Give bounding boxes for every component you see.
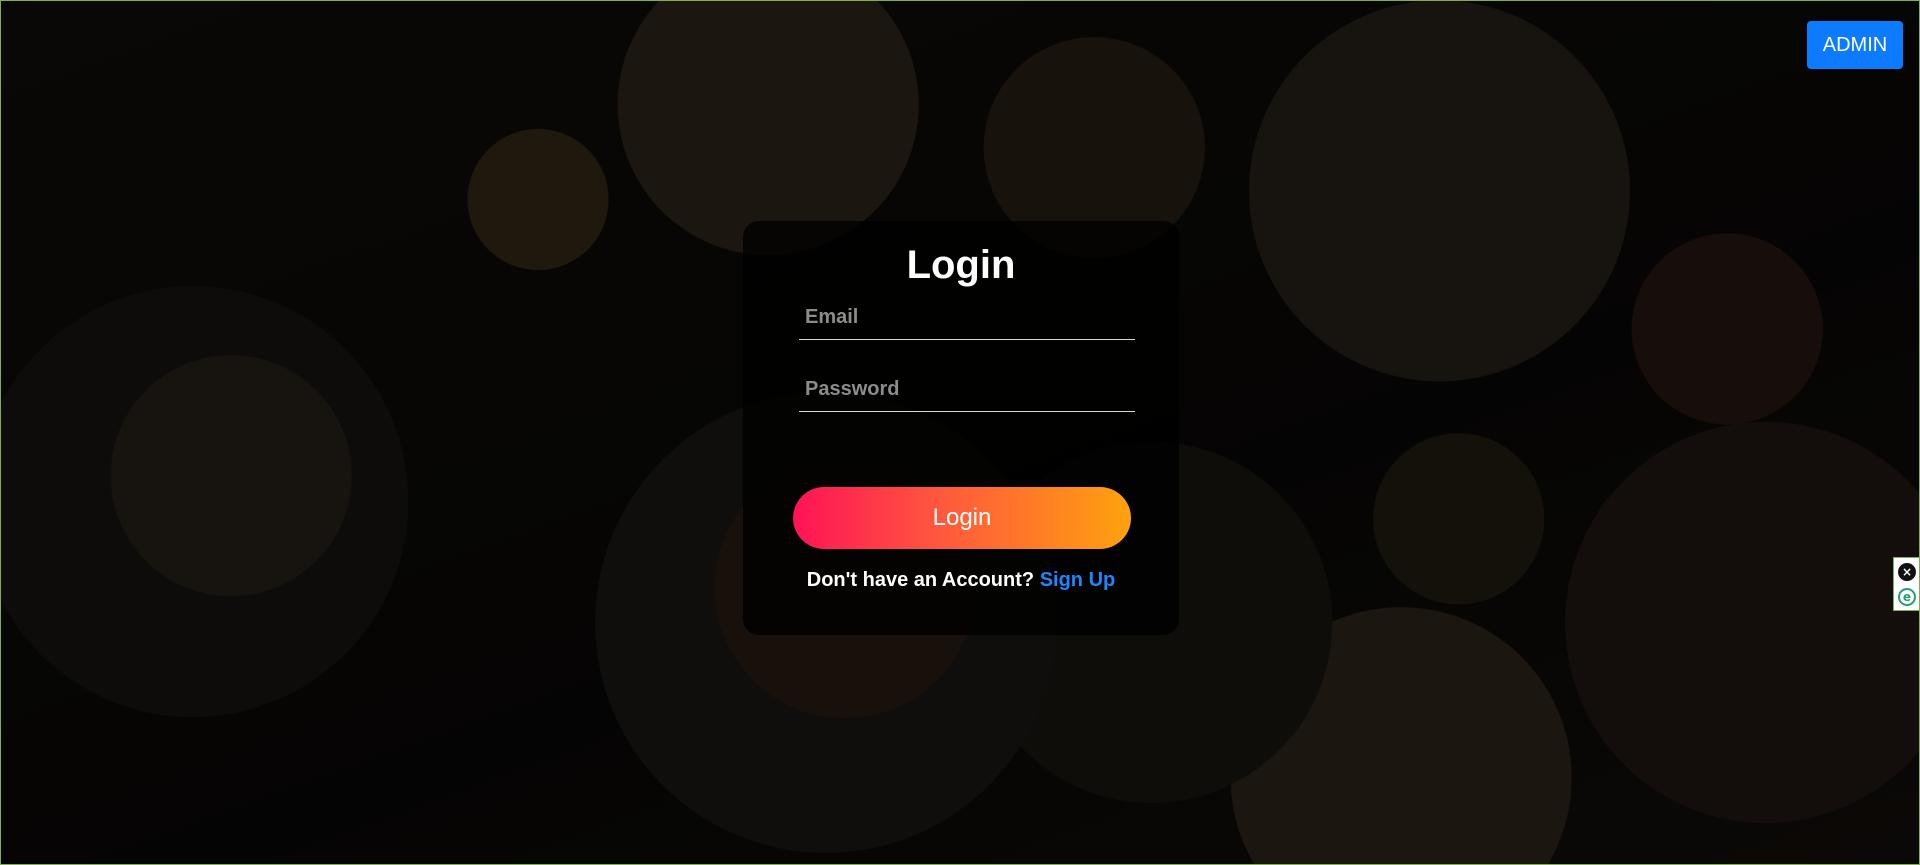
password-field-container [799, 367, 1135, 412]
signup-link[interactable]: Sign Up [1040, 569, 1116, 591]
signup-prompt-text: Don't have an Account? [806, 569, 1035, 591]
email-field-container [799, 295, 1135, 340]
password-input[interactable] [799, 367, 1135, 411]
close-icon[interactable]: × [1898, 563, 1916, 581]
signup-prompt: Don't have an Account? Sign Up [743, 569, 1179, 592]
login-button[interactable]: Login [793, 487, 1131, 549]
login-card: Login Login Don't have an Account? Sign … [743, 221, 1179, 635]
page-viewport: ADMIN × e Login Login Don't have an Acco… [0, 0, 1920, 865]
login-title: Login [906, 243, 1016, 287]
admin-button[interactable]: ADMIN [1807, 21, 1903, 69]
side-widget: × e [1893, 557, 1919, 611]
email-input[interactable] [799, 295, 1135, 339]
e-icon[interactable]: e [1898, 588, 1916, 606]
